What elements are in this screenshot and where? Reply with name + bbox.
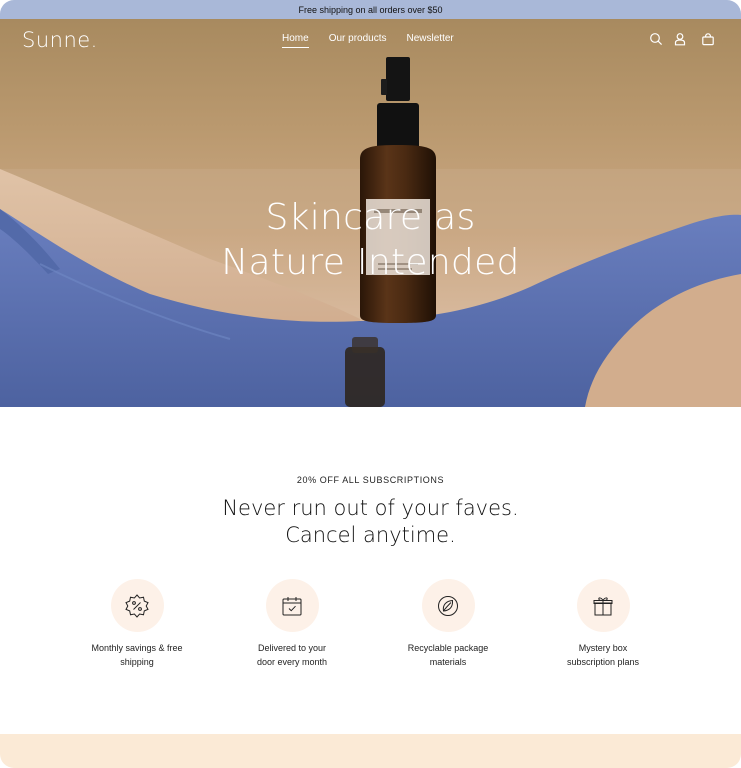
feature-label-line2: subscription plans xyxy=(566,657,640,667)
feature-label-line2: materials xyxy=(429,657,467,667)
feature-label-line1: Mystery box xyxy=(578,643,628,653)
feature-icon-circle xyxy=(421,579,475,632)
nav-link-newsletter[interactable]: Newsletter xyxy=(407,33,454,48)
feature-label-line1: Delivered to your xyxy=(257,643,327,653)
nav-link-home[interactable]: Home xyxy=(282,33,309,48)
cart-icon[interactable] xyxy=(701,32,715,46)
feature-label-line1: Monthly savings & free xyxy=(91,643,183,653)
leaf-icon xyxy=(438,595,458,616)
feature-item-recyclable: Recyclable package materials xyxy=(388,579,508,669)
header-icons xyxy=(649,32,715,46)
hero-title-line1: Skincare as xyxy=(265,197,476,238)
promo-headline: Never run out of your faves. Cancel anyt… xyxy=(0,495,741,549)
search-icon[interactable] xyxy=(649,32,663,46)
hero-title-line2: Nature Intended xyxy=(221,242,520,283)
feature-label: Mystery box subscription plans xyxy=(543,641,663,669)
feature-item-delivery: Delivered to your door every month xyxy=(232,579,352,669)
site-header: Sunne. Home Our products Newsletter xyxy=(0,19,741,61)
hero-banner: Sunne. Home Our products Newsletter Skin… xyxy=(0,19,741,407)
feature-label: Delivered to your door every month xyxy=(232,641,352,669)
feature-item-mystery-box: Mystery box subscription plans xyxy=(543,579,663,669)
feature-icon-circle xyxy=(110,579,164,632)
feature-label: Monthly savings & free shipping xyxy=(77,641,197,669)
announcement-bar: Free shipping on all orders over $50 xyxy=(0,0,741,19)
promo-eyebrow: 20% OFF ALL SUBSCRIPTIONS xyxy=(296,475,445,485)
next-section-band xyxy=(0,734,741,768)
discount-badge-icon xyxy=(125,593,149,618)
feature-label-line2: shipping xyxy=(120,657,154,667)
announcement-text: Free shipping on all orders over $50 xyxy=(298,4,443,15)
feature-item-savings: Monthly savings & free shipping xyxy=(77,579,197,669)
page: Free shipping on all orders over $50 Sun… xyxy=(0,0,741,768)
account-icon[interactable] xyxy=(673,32,687,46)
promo-headline-line1: Never run out of your faves. xyxy=(222,496,519,520)
nav-link-our-products[interactable]: Our products xyxy=(329,33,387,48)
feature-icon-circle xyxy=(265,579,319,632)
gift-icon xyxy=(593,596,613,615)
brand-logo[interactable]: Sunne. xyxy=(22,28,98,52)
feature-icon-circle xyxy=(576,579,630,632)
subscription-promo: 20% OFF ALL SUBSCRIPTIONS Never run out … xyxy=(0,407,741,734)
promo-headline-line2: Cancel anytime. xyxy=(285,523,456,547)
main-nav: Home Our products Newsletter xyxy=(282,33,454,48)
calendar-check-icon xyxy=(282,596,302,615)
hero-title: Skincare as Nature Intended xyxy=(0,195,741,285)
feature-label-line1: Recyclable package xyxy=(407,643,489,653)
feature-label: Recyclable package materials xyxy=(388,641,508,669)
feature-label-line2: door every month xyxy=(256,657,328,667)
